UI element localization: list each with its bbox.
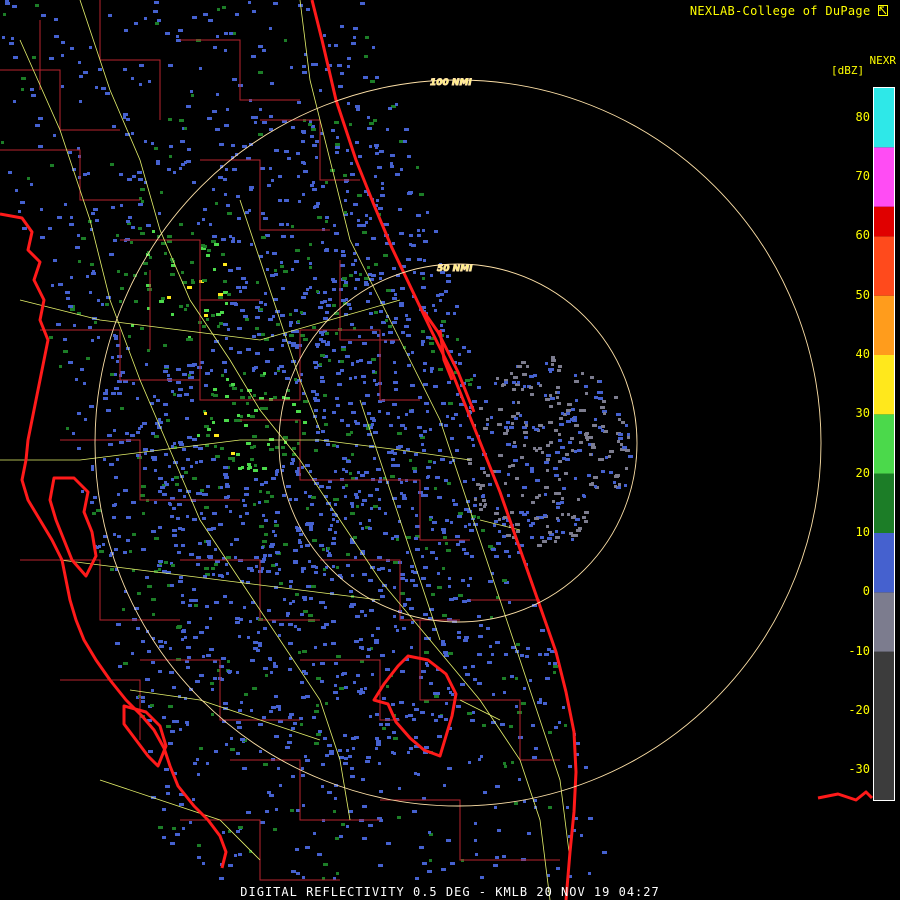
legend-tick-label: -30 bbox=[848, 762, 870, 777]
county-line bbox=[140, 659, 300, 721]
county-line bbox=[180, 39, 300, 101]
color-scale-band bbox=[874, 473, 894, 533]
legend-tick-label: 80 bbox=[855, 109, 870, 124]
color-scale-band bbox=[874, 355, 894, 415]
legend-units: [dBZ] bbox=[831, 64, 865, 77]
footer-caption: DIGITAL REFLECTIVITY 0.5 DEG - KMLB 20 N… bbox=[240, 885, 660, 899]
coastline-segment bbox=[422, 311, 476, 413]
range-ring-label-100: 100 NMI bbox=[430, 78, 472, 88]
legend-tick-label: -20 bbox=[848, 703, 870, 717]
legend-product: NEXR bbox=[869, 54, 897, 67]
header-credit: NEXLAB-College of DuPage bbox=[690, 4, 888, 18]
legend-tick-label: 60 bbox=[855, 228, 870, 243]
color-scale-bar bbox=[873, 87, 895, 801]
coastline-segment bbox=[0, 212, 228, 869]
color-scale-band bbox=[874, 592, 894, 652]
color-scale-band bbox=[874, 236, 894, 296]
color-scale-band bbox=[874, 147, 894, 207]
legend-tick-label: 70 bbox=[855, 169, 870, 183]
color-scale-band bbox=[874, 414, 894, 474]
range-ring-100 bbox=[94, 79, 822, 807]
color-scale-band bbox=[874, 206, 894, 237]
range-ring-label-50: 50 NMI bbox=[437, 264, 473, 274]
radar-screen: 100 NMI 50 NMI NEXLAB-College of DuPage … bbox=[0, 0, 900, 900]
county-line bbox=[230, 759, 380, 821]
color-scale-band bbox=[874, 88, 894, 148]
county-line bbox=[20, 559, 180, 621]
legend-tick-label: 50 bbox=[855, 287, 870, 302]
county-line bbox=[40, 329, 200, 381]
legend-tick-label: 10 bbox=[855, 525, 870, 539]
legend-tick-label: 0 bbox=[862, 584, 870, 599]
county-line bbox=[180, 819, 340, 881]
road-line bbox=[299, 0, 571, 861]
range-rings: 100 NMI 50 NMI bbox=[94, 78, 822, 807]
cursor-arrow-icon bbox=[878, 5, 888, 16]
legend-tick-label: 40 bbox=[855, 347, 870, 361]
coastline-segment bbox=[817, 790, 874, 802]
county-line bbox=[99, 0, 161, 120]
legend-tick-label: -10 bbox=[848, 643, 870, 658]
color-scale-band bbox=[874, 533, 894, 593]
legend-tick-label: 30 bbox=[855, 406, 870, 421]
credit-text: NEXLAB-College of DuPage bbox=[689, 4, 871, 18]
legend-tick-label: 20 bbox=[855, 465, 870, 480]
range-ring-50 bbox=[278, 263, 638, 623]
coastline-segment bbox=[48, 476, 98, 578]
radar-map: 100 NMI 50 NMI bbox=[0, 0, 874, 900]
county-line bbox=[0, 69, 120, 131]
road-line bbox=[459, 699, 501, 721]
color-scale-band bbox=[874, 295, 894, 355]
color-scale-band bbox=[874, 651, 894, 800]
coastline bbox=[0, 0, 874, 900]
county-line bbox=[380, 799, 560, 861]
